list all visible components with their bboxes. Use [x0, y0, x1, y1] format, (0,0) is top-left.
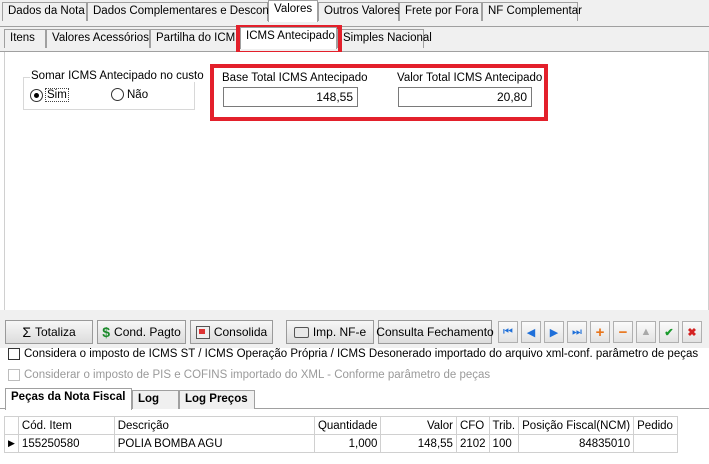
cell-descricao[interactable]: POLIA BOMBA AGU [113, 434, 315, 453]
radio-sim[interactable]: Sim [30, 88, 69, 102]
x-icon: ✖ [687, 326, 697, 339]
tab-pecas-nota-fiscal[interactable]: Peças da Nota Fiscal [5, 388, 132, 410]
cell-trib[interactable]: 100 [488, 434, 520, 453]
prev-record-button[interactable]: ◀ [521, 321, 541, 343]
radio-nao[interactable]: Não [111, 88, 148, 101]
sub-tabstrip: Itens Valores Acessórios Partilha do ICM… [0, 27, 709, 52]
base-total-field[interactable]: 148,55 [223, 87, 358, 107]
valor-total-label: Valor Total ICMS Antecipado [397, 72, 543, 84]
minus-icon: − [618, 323, 628, 341]
consolida-icon [195, 325, 210, 339]
totaliza-label: Totaliza [34, 325, 76, 339]
valor-total-field[interactable]: 20,80 [398, 87, 532, 107]
checkbox-pis-cofins[interactable]: Considerar o imposto de PIS e COFINS imp… [8, 369, 490, 381]
cell-valor[interactable]: 148,55 [380, 434, 457, 453]
checkbox-icms-st[interactable]: Considera o imposto de ICMS ST / ICMS Op… [8, 348, 698, 360]
cell-cod-item[interactable]: 155250580 [17, 434, 115, 453]
col-trib[interactable]: Trib. [488, 416, 520, 435]
col-pedido[interactable]: Pedido [633, 416, 678, 435]
tab-valores[interactable]: Valores [268, 0, 318, 22]
last-record-icon: ⏭ [572, 325, 582, 338]
col-cfo[interactable]: CFO [455, 416, 490, 435]
next-record-icon: ▶ [549, 326, 559, 339]
last-record-button[interactable]: ⏭ [567, 321, 587, 343]
tab-frete-por-fora[interactable]: Frete por Fora [399, 2, 482, 21]
cell-posicao-fiscal[interactable]: 84835010 [518, 434, 635, 453]
tab-dados-complementares[interactable]: Dados Complementares e Desconto [87, 2, 278, 21]
tab-itens[interactable]: Itens [4, 29, 46, 48]
delete-record-button[interactable]: − [613, 321, 633, 343]
first-record-button[interactable]: ⏮ [498, 321, 518, 343]
checkbox-pis-cofins-label: Considerar o imposto de PIS e COFINS imp… [24, 369, 491, 381]
row-indicator-icon: ▶ [4, 434, 19, 453]
tab-valores-acessorios[interactable]: Valores Acessórios [46, 29, 150, 48]
checkbox-icms-st-label: Considera o imposto de ICMS ST / ICMS Op… [24, 348, 699, 360]
dollar-icon: $ [102, 324, 111, 340]
somar-label: Somar ICMS Antecipado no custo [30, 70, 205, 82]
checkbox-icms-st-box [8, 348, 20, 360]
radio-sim-icon [30, 88, 43, 102]
consolida-button[interactable]: Consolida [190, 320, 273, 344]
post-record-button[interactable]: ✔ [659, 321, 679, 343]
grid-header-row: Cód. Item Descrição Quantidade Valor CFO… [4, 416, 678, 435]
cancel-record-button[interactable]: ✖ [682, 321, 702, 343]
consolida-label: Consolida [213, 325, 268, 339]
tab-partilha-icms[interactable]: Partilha do ICMS [150, 29, 243, 48]
cond-pagto-button[interactable]: $ Cond. Pagto [97, 320, 186, 344]
tab-simples-nacional[interactable]: Simples Nacional [337, 29, 432, 48]
tab-log[interactable]: Log [132, 390, 179, 409]
imp-nfe-label: Imp. NF-e [312, 325, 367, 339]
prev-record-icon: ◀ [526, 326, 536, 339]
radio-sim-label: Sim [45, 88, 69, 102]
col-posicao-fiscal[interactable]: Posição Fiscal(NCM) [518, 416, 635, 435]
radio-nao-icon [111, 88, 124, 101]
checkbox-pis-cofins-box [8, 369, 20, 381]
totaliza-button[interactable]: Σ Totaliza [5, 320, 93, 344]
table-row[interactable]: ▶ 155250580 POLIA BOMBA AGU 1,000 148,55… [4, 434, 678, 453]
edit-record-button[interactable]: ▲ [636, 321, 656, 343]
next-record-button[interactable]: ▶ [544, 321, 564, 343]
cond-pagto-label: Cond. Pagto [114, 325, 181, 339]
radio-nao-label: Não [127, 88, 149, 101]
imp-nfe-button[interactable]: Imp. NF-e [286, 320, 374, 344]
col-valor[interactable]: Valor [380, 416, 457, 435]
tab-outros-valores[interactable]: Outros Valores [318, 2, 400, 21]
col-cod-item[interactable]: Cód. Item [17, 416, 115, 435]
check-icon: ✔ [664, 326, 674, 339]
pecas-grid: Cód. Item Descrição Quantidade Valor CFO… [4, 416, 678, 453]
grid-indicator-header [4, 416, 19, 435]
col-quantidade[interactable]: Quantidade [313, 416, 382, 435]
cell-cfo[interactable]: 2102 [455, 434, 490, 453]
main-tabstrip: Dados da Nota Dados Complementares e Des… [0, 0, 709, 27]
cell-pedido[interactable] [633, 434, 678, 453]
tab-log-precos[interactable]: Log Preços [179, 390, 255, 409]
tab-dados-da-nota[interactable]: Dados da Nota [2, 2, 87, 21]
cell-quantidade[interactable]: 1,000 [313, 434, 382, 453]
printer-icon [293, 326, 309, 338]
base-total-label: Base Total ICMS Antecipado [222, 72, 368, 84]
add-record-button[interactable]: + [590, 321, 610, 343]
tab-icms-antecipado[interactable]: ICMS Antecipado [240, 27, 337, 49]
first-record-icon: ⏮ [503, 325, 513, 338]
triangle-up-icon: ▲ [640, 326, 652, 338]
consulta-fechamento-label: Consulta Fechamento [376, 325, 494, 339]
consulta-fechamento-button[interactable]: Consulta Fechamento [376, 320, 494, 344]
tab-nf-complementar[interactable]: NF Complementar [482, 2, 582, 21]
plus-icon: + [595, 323, 605, 341]
col-descricao[interactable]: Descrição [113, 416, 315, 435]
sigma-icon: Σ [22, 324, 31, 340]
